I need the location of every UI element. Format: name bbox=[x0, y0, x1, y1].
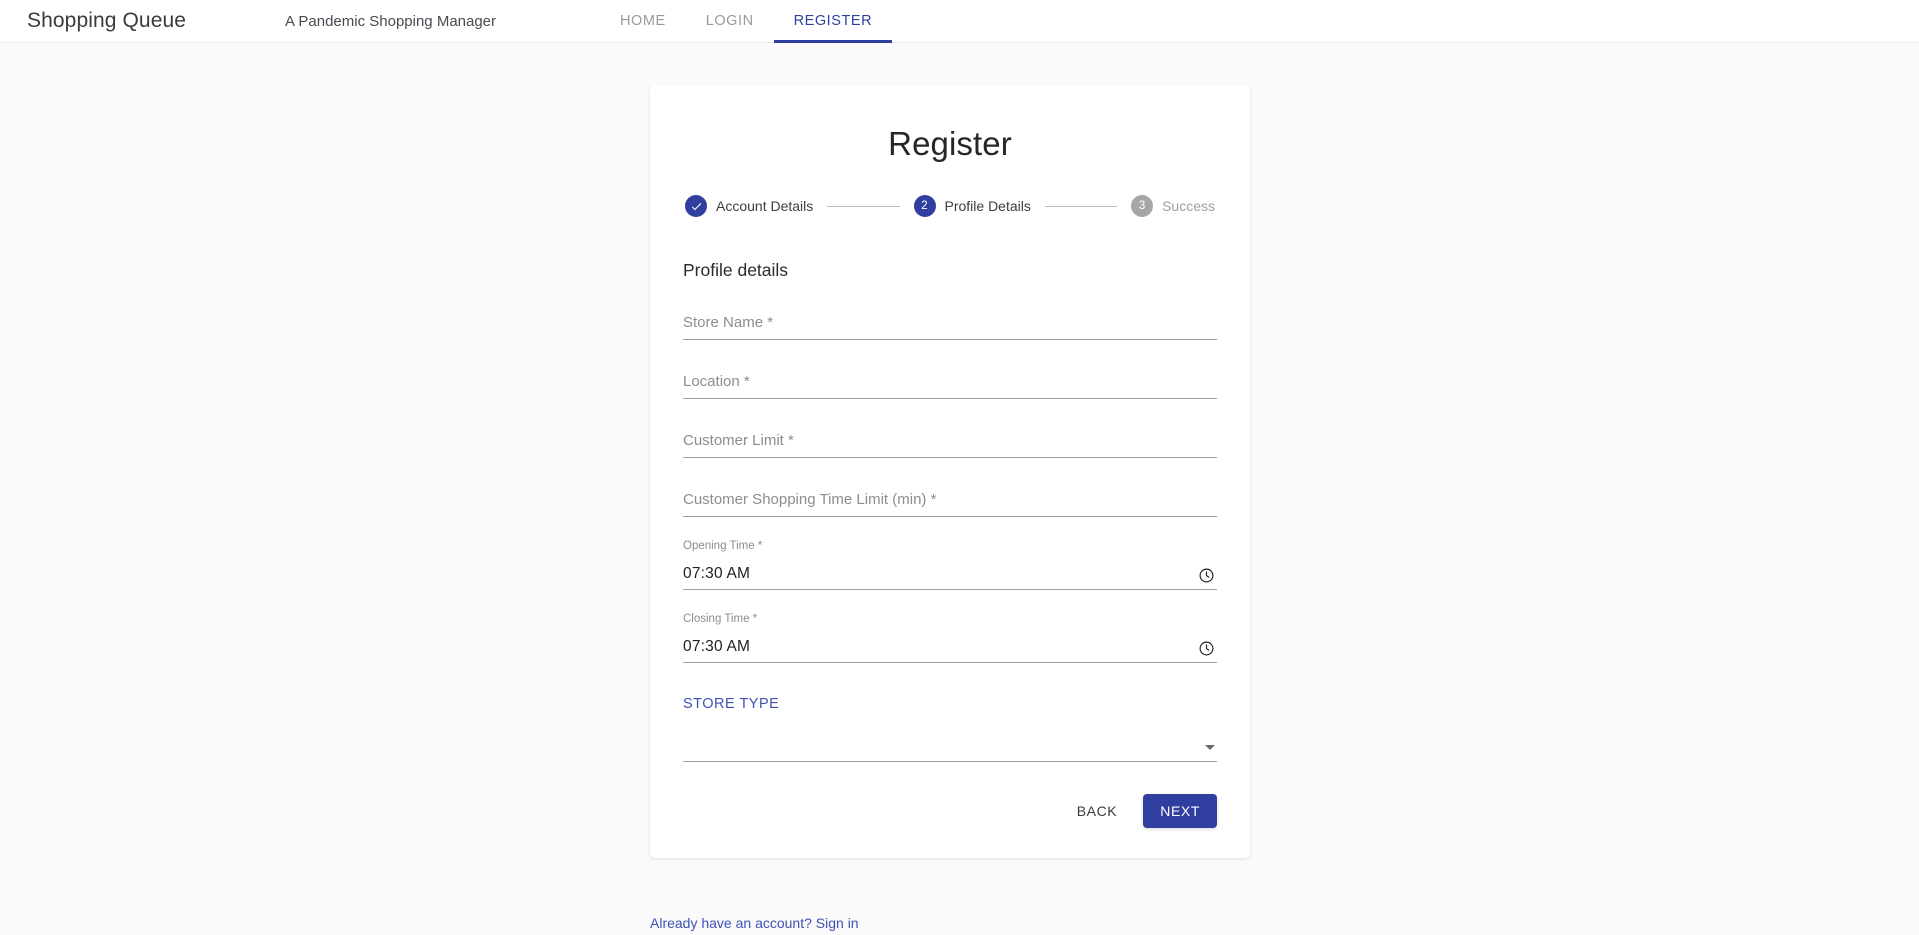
step-number-badge-2: 2 bbox=[913, 195, 936, 217]
closing-time-label: Closing Time * bbox=[683, 613, 758, 625]
app-bar: Shopping Queue A Pandemic Shopping Manag… bbox=[0, 0, 1919, 43]
back-button[interactable]: BACK bbox=[1063, 795, 1132, 827]
store-type-label: STORE TYPE bbox=[683, 696, 780, 712]
step-number-badge-3: 3 bbox=[1131, 195, 1154, 217]
section-title: Profile details bbox=[683, 260, 789, 280]
customer-limit-field[interactable]: Customer Limit * bbox=[683, 422, 1217, 458]
next-button[interactable]: NEXT bbox=[1143, 794, 1217, 828]
opening-time-field[interactable]: Opening Time * 07:30 AM bbox=[683, 540, 1217, 590]
closing-time-value: 07:30 AM bbox=[683, 638, 751, 655]
location-field[interactable]: Location * bbox=[683, 363, 1217, 399]
app-subtitle: A Pandemic Shopping Manager bbox=[285, 12, 497, 30]
stepper-step-account-details[interactable]: Account Details bbox=[685, 195, 813, 217]
stepper-connector-2 bbox=[1044, 205, 1118, 207]
stepper-connector-1 bbox=[827, 205, 900, 207]
stepper-label-profile-details: Profile Details bbox=[944, 198, 1031, 214]
signin-link[interactable]: Already have an account? Sign in bbox=[650, 915, 859, 931]
nav-link-register[interactable]: REGISTER bbox=[773, 0, 893, 43]
clock-icon[interactable] bbox=[1198, 567, 1215, 584]
stepper-step-profile-details[interactable]: 2 Profile Details bbox=[913, 195, 1031, 217]
opening-time-value: 07:30 AM bbox=[683, 565, 751, 582]
form-actions: BACK NEXT bbox=[683, 794, 1217, 828]
customer-shopping-time-limit-label: Customer Shopping Time Limit (min) * bbox=[683, 491, 937, 508]
closing-time-field[interactable]: Closing Time * 07:30 AM bbox=[683, 613, 1217, 663]
customer-shopping-time-limit-field[interactable]: Customer Shopping Time Limit (min) * bbox=[683, 481, 1217, 517]
stepper-label-success: Success bbox=[1162, 198, 1216, 214]
page-title: Register bbox=[888, 125, 1012, 162]
registration-stepper: Account Details 2 Profile Details 3 Succ… bbox=[683, 195, 1217, 217]
store-name-field[interactable]: Store Name * bbox=[683, 304, 1217, 340]
opening-time-label: Opening Time * bbox=[683, 540, 763, 552]
register-card: Register Account Details 2 Profile Detai… bbox=[650, 85, 1250, 858]
clock-icon[interactable] bbox=[1198, 640, 1215, 657]
store-type-select[interactable] bbox=[683, 732, 1217, 762]
stepper-label-account-details: Account Details bbox=[716, 198, 814, 214]
step-complete-check-icon bbox=[685, 195, 707, 217]
signin-footer: Already have an account? Sign in bbox=[650, 915, 1250, 933]
store-name-label: Store Name * bbox=[683, 314, 774, 331]
page-body: Register Account Details 2 Profile Detai… bbox=[0, 43, 1919, 935]
location-label: Location * bbox=[683, 373, 750, 390]
nav-link-login[interactable]: LOGIN bbox=[686, 0, 774, 43]
stepper-step-success[interactable]: 3 Success bbox=[1131, 195, 1215, 217]
brand-title: Shopping Queue bbox=[27, 9, 187, 32]
customer-limit-label: Customer Limit * bbox=[683, 432, 794, 449]
main-nav: HOME LOGIN REGISTER bbox=[600, 0, 892, 43]
chevron-down-icon[interactable] bbox=[1205, 745, 1215, 750]
nav-link-home[interactable]: HOME bbox=[600, 0, 686, 43]
